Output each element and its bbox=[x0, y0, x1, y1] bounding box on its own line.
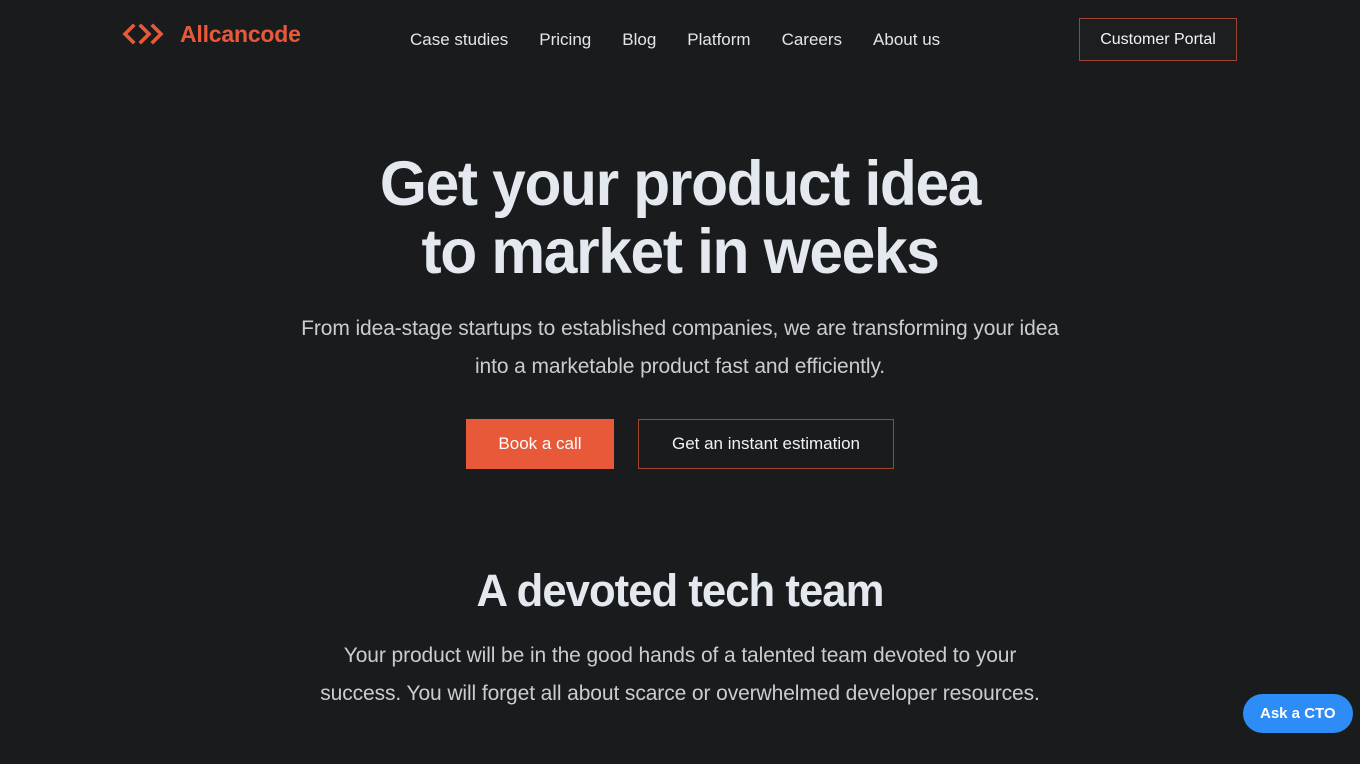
hero-subtitle: From idea-stage startups to established … bbox=[301, 317, 1059, 378]
hero-cta-row: Book a call Get an instant estimation bbox=[0, 419, 1360, 469]
hero-title: Get your product idea to market in weeks bbox=[379, 149, 982, 287]
customer-portal-button[interactable]: Customer Portal bbox=[1079, 18, 1237, 61]
devoted-team-section: A devoted tech team Your product will be… bbox=[0, 565, 1360, 713]
site-header: Allcancode Case studies Pricing Blog Pla… bbox=[0, 0, 1360, 80]
nav-item-careers[interactable]: Careers bbox=[782, 28, 842, 52]
nav-item-about-us[interactable]: About us bbox=[873, 28, 940, 52]
ask-a-cto-chat-button[interactable]: Ask a CTO bbox=[1243, 694, 1353, 733]
logo-text: Allcancode bbox=[180, 20, 301, 47]
nav-item-platform[interactable]: Platform bbox=[687, 28, 750, 52]
main-nav: Case studies Pricing Blog Platform Caree… bbox=[410, 28, 940, 52]
code-chevrons-icon bbox=[122, 22, 167, 46]
page-root: Allcancode Case studies Pricing Blog Pla… bbox=[0, 0, 1360, 764]
team-section-title: A devoted tech team bbox=[476, 565, 885, 616]
nav-item-blog[interactable]: Blog bbox=[622, 28, 656, 52]
nav-item-case-studies[interactable]: Case studies bbox=[410, 28, 508, 52]
team-section-subtitle: Your product will be in the good hands o… bbox=[320, 644, 1040, 705]
nav-item-pricing[interactable]: Pricing bbox=[539, 28, 591, 52]
instant-estimation-button[interactable]: Get an instant estimation bbox=[638, 419, 894, 469]
logo-link[interactable]: Allcancode bbox=[122, 22, 301, 46]
hero-section: Get your product idea to market in weeks… bbox=[0, 150, 1360, 469]
book-a-call-button[interactable]: Book a call bbox=[466, 419, 614, 469]
